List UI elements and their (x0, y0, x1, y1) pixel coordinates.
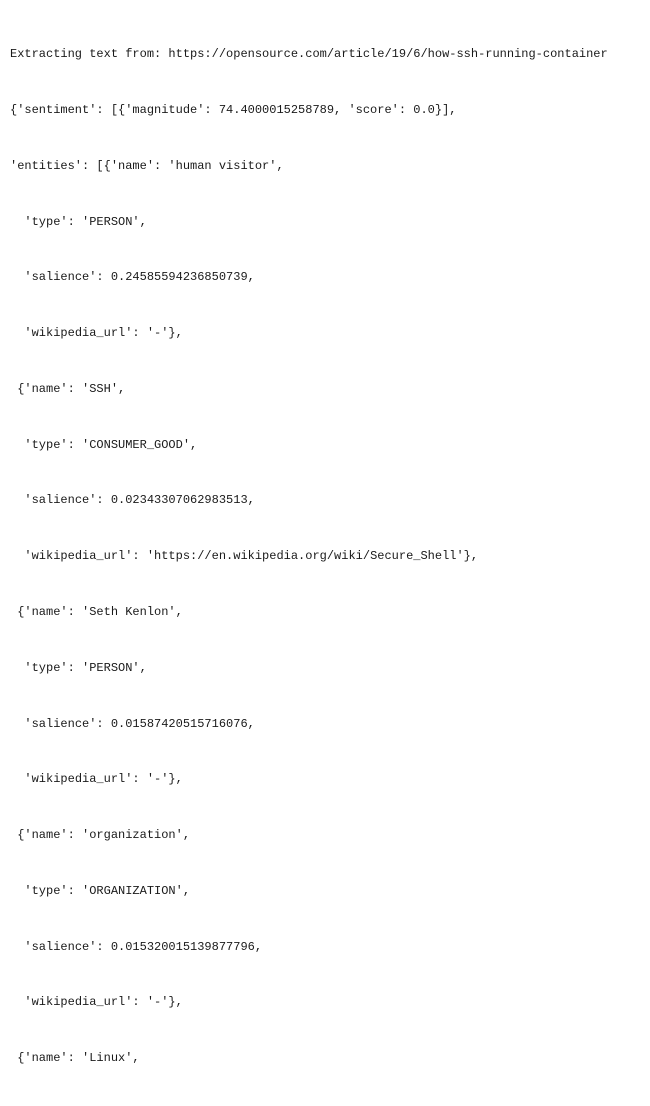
code-output: Extracting text from: https://opensource… (10, 8, 640, 1106)
header-line: Extracting text from: https://opensource… (10, 45, 640, 64)
content-line-10: 'type': 'PERSON', (10, 659, 640, 678)
content-line-16: 'wikipedia_url': '-'}, (10, 993, 640, 1012)
content-line-0: {'sentiment': [{'magnitude': 74.40000152… (10, 101, 640, 120)
content-line-8: 'wikipedia_url': 'https://en.wikipedia.o… (10, 547, 640, 566)
content-line-3: 'salience': 0.24585594236850739, (10, 268, 640, 287)
content-line-2: 'type': 'PERSON', (10, 213, 640, 232)
content-line-6: 'type': 'CONSUMER_GOOD', (10, 436, 640, 455)
content-line-5: {'name': 'SSH', (10, 380, 640, 399)
content-line-18: 'type': 'CONSUMER_GOOD', (10, 1105, 640, 1106)
content-line-11: 'salience': 0.01587420515716076, (10, 715, 640, 734)
content-line-1: 'entities': [{'name': 'human visitor', (10, 157, 640, 176)
content-line-15: 'salience': 0.015320015139877796, (10, 938, 640, 957)
content-line-7: 'salience': 0.02343307062983513, (10, 491, 640, 510)
content-line-13: {'name': 'organization', (10, 826, 640, 845)
content-line-4: 'wikipedia_url': '-'}, (10, 324, 640, 343)
content-line-14: 'type': 'ORGANIZATION', (10, 882, 640, 901)
content-line-9: {'name': 'Seth Kenlon', (10, 603, 640, 622)
content-line-12: 'wikipedia_url': '-'}, (10, 770, 640, 789)
content-line-17: {'name': 'Linux', (10, 1049, 640, 1068)
